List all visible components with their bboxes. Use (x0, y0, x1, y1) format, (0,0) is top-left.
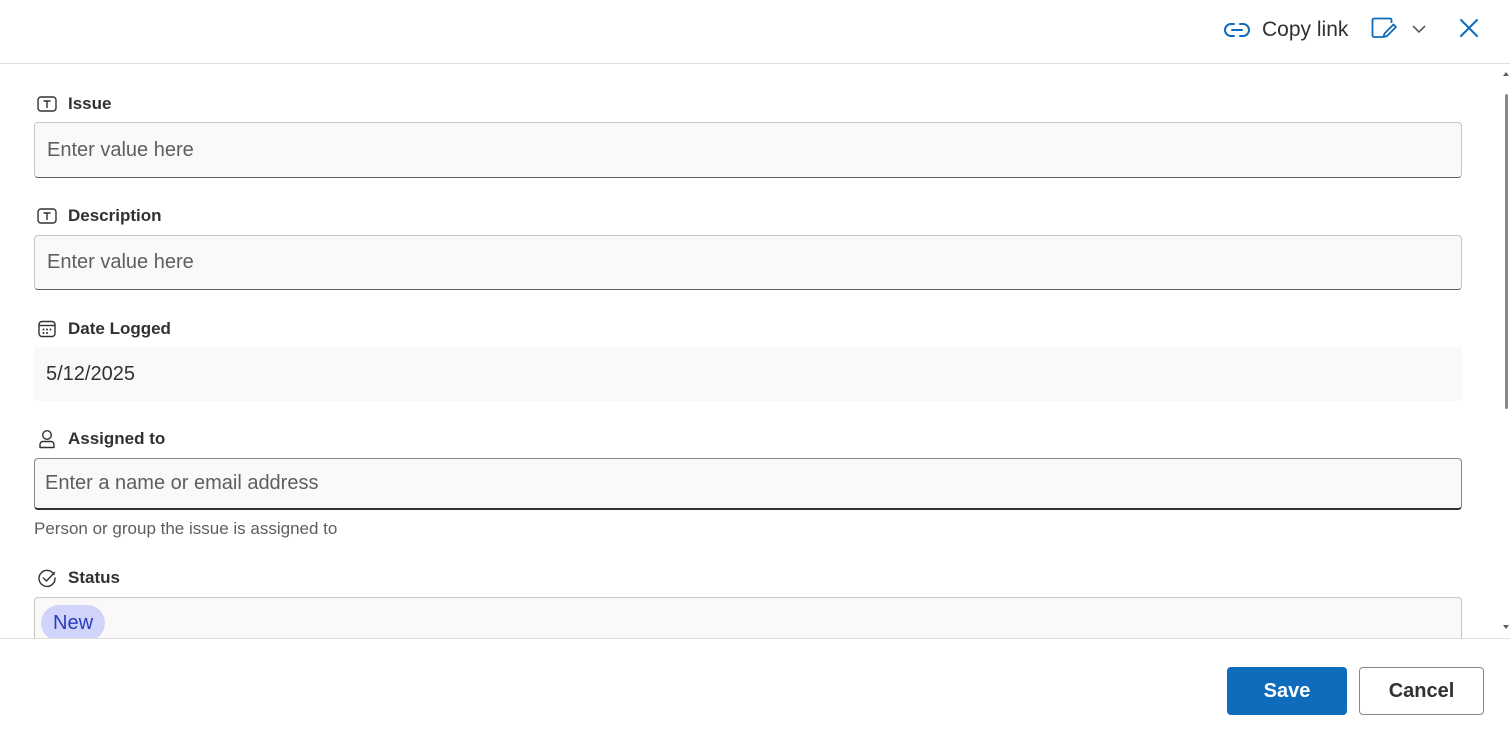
link-icon (1224, 20, 1252, 40)
date-logged-field-label: Date Logged (36, 317, 171, 341)
issue-field-label: Issue (36, 92, 111, 116)
form-scrollbar[interactable] (1502, 64, 1510, 638)
panel-footer: Save Cancel (0, 638, 1510, 738)
status-field-label: Status (36, 566, 120, 590)
copy-link-button[interactable]: Copy link (1224, 14, 1348, 46)
description-label: Description (68, 206, 162, 225)
issue-input[interactable] (34, 122, 1462, 178)
assigned-to-field-label: Assigned to (36, 427, 165, 451)
status-label: Status (68, 568, 120, 587)
issue-label: Issue (68, 94, 112, 113)
scrollbar-thumb[interactable] (1505, 94, 1508, 409)
calendar-icon (36, 318, 58, 340)
panel-header: Copy link (0, 0, 1510, 64)
chevron-down-icon (1412, 21, 1426, 39)
item-form: Issue Description Date Logged (0, 64, 1500, 638)
scroll-up-arrow-icon[interactable] (1503, 72, 1509, 76)
edit-view-dropdown[interactable] (1370, 14, 1426, 46)
status-dropdown[interactable]: New (34, 597, 1462, 638)
assigned-to-help-text: Person or group the issue is assigned to (34, 519, 338, 538)
date-logged-input[interactable]: 5/12/2025 (34, 347, 1462, 401)
close-button[interactable] (1454, 15, 1484, 45)
status-check-icon (36, 567, 58, 589)
text-field-icon (36, 205, 58, 227)
cancel-button[interactable]: Cancel (1359, 667, 1484, 715)
edit-view-icon (1370, 16, 1398, 45)
date-logged-value: 5/12/2025 (46, 362, 135, 385)
description-input[interactable] (34, 235, 1462, 290)
date-logged-label: Date Logged (68, 319, 171, 338)
person-icon (36, 428, 58, 450)
save-button[interactable]: Save (1227, 667, 1347, 715)
close-icon (1459, 18, 1479, 43)
description-field-label: Description (36, 204, 162, 228)
status-pill: New (41, 605, 106, 638)
copy-link-label: Copy link (1262, 18, 1349, 41)
assigned-to-input[interactable] (34, 458, 1462, 510)
assigned-to-label: Assigned to (68, 429, 166, 448)
text-field-icon (36, 93, 58, 115)
scroll-down-arrow-icon[interactable] (1503, 625, 1509, 629)
